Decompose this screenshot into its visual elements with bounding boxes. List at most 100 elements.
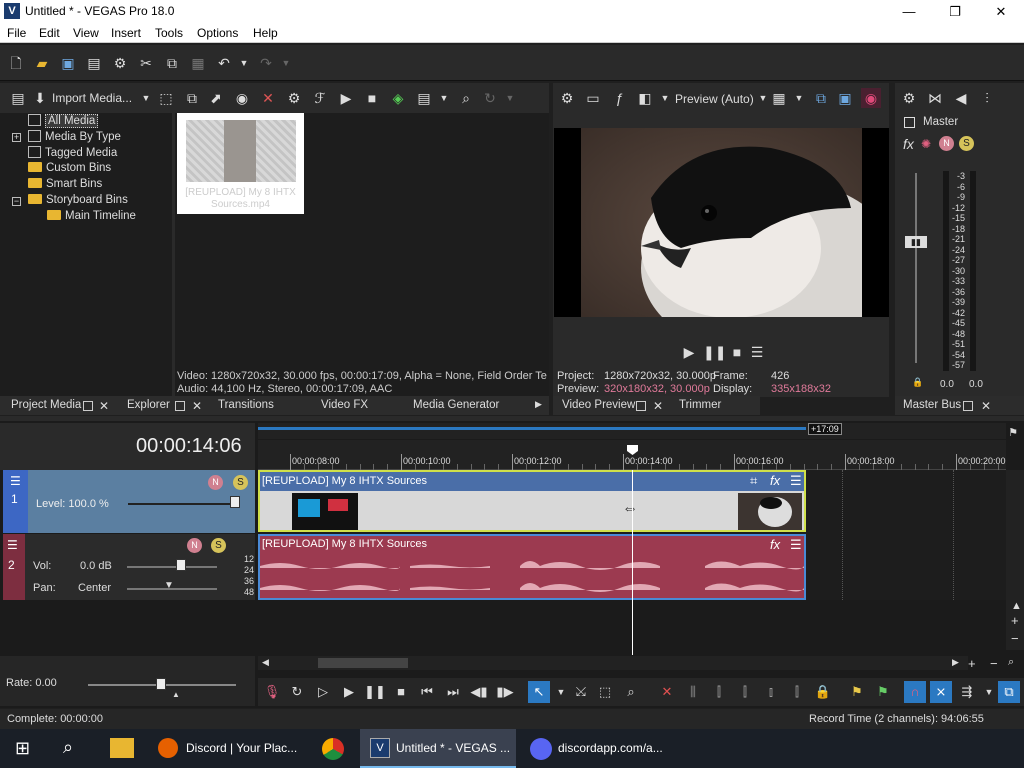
tab-trimmer[interactable]: Trimmer [679,399,721,411]
rate-slider-handle[interactable] [156,678,166,690]
snapping-icon[interactable]: ∩ [904,681,926,703]
loop-icon[interactable]: ↻ [286,681,308,703]
menu-edit[interactable]: Edit [39,26,60,40]
file-explorer-icon[interactable] [110,738,134,758]
tab-close-icon[interactable]: ✕ [99,399,109,413]
video-fx-icon[interactable]: ƒ [609,88,629,108]
preview-properties-icon[interactable]: ⚙ [557,88,577,108]
tab-master-bus[interactable]: Master Bus [903,399,961,411]
solo-icon[interactable]: S [211,538,226,553]
vol-slider-handle[interactable] [176,559,186,571]
views-icon[interactable]: ▤ [414,88,434,108]
scroll-up-icon[interactable]: ▲ [1011,600,1022,612]
master-properties-icon[interactable]: ⚙ [899,88,919,108]
tab-close-icon[interactable]: ✕ [192,399,202,413]
zoom-tool-icon[interactable]: ⌕ [620,681,642,703]
menu-insert[interactable]: Insert [111,26,141,40]
tab-maximize-icon[interactable] [636,401,646,411]
timecode-display[interactable]: 00:00:14:06 [136,435,242,458]
maximize-button[interactable]: ❐ [932,0,978,23]
taskbar-item-firefox[interactable]: Discord | Your Plac... [148,729,308,768]
trim-end-icon[interactable]: ⫿ [734,681,756,703]
normal-edit-tool-icon[interactable]: ↖ [528,681,550,703]
event-fx-icon[interactable]: fx [770,473,780,488]
replace-media-icon[interactable]: ⬈ [206,88,226,108]
master-mute-icon[interactable]: N [939,136,954,151]
vol-slider-track[interactable] [127,566,217,568]
menu-file[interactable]: File [7,26,26,40]
pane-divider[interactable] [172,113,175,397]
refresh-icon[interactable]: ↻ [480,88,500,108]
event-crop-icon[interactable]: ⌗ [750,473,757,489]
preview-play-icon[interactable]: ▶ [679,342,699,362]
lock-icon[interactable]: 🔒 [812,681,834,703]
zoom-out-vertical-icon[interactable]: − [1011,631,1019,646]
tree-item-custom-bins[interactable]: Custom Bins [28,162,111,174]
taskbar-item-vegas[interactable]: V Untitled * - VEGAS ... [360,729,516,768]
audio-event[interactable]: [REUPLOAD] My 8 IHTX Sources fx ☰ [258,534,806,600]
zoom-search-icon[interactable]: ⌕ [1008,656,1014,669]
split-screen-icon[interactable]: ◧ [635,88,655,108]
tab-video-fx[interactable]: Video FX [321,399,368,411]
marker-icon[interactable]: ⚑ [1004,423,1022,443]
track-menu-icon[interactable]: ☰ [7,538,18,552]
tab-maximize-icon[interactable] [963,401,973,411]
loop-region[interactable] [258,427,806,430]
chrome-icon[interactable] [322,738,344,760]
zoom-in-icon[interactable]: + [968,656,976,671]
pause-icon[interactable]: ❚❚ [364,681,386,703]
mute-icon[interactable]: N [208,475,223,490]
menu-options[interactable]: Options [197,26,238,40]
tab-media-generator[interactable]: Media Generator [413,399,499,411]
play-icon[interactable]: ▶ [338,681,360,703]
tab-close-icon[interactable]: ✕ [653,399,663,413]
edit-tool-dropdown-icon[interactable]: ▼ [550,681,572,703]
level-slider-track[interactable] [128,503,240,505]
new-file-icon[interactable]: 🗋 [6,53,26,73]
track-handle[interactable]: ☰ 2 [3,534,25,600]
solo-icon[interactable]: S [233,475,248,490]
marker-bar[interactable]: +17:09 [258,423,1006,439]
mute-icon[interactable]: N [187,538,202,553]
preview-quality-select[interactable]: Preview (Auto) [675,92,754,106]
level-slider-handle[interactable] [230,496,240,508]
windows-start-icon[interactable]: ⊞ [15,738,30,759]
media-properties-icon[interactable]: ⚙ [284,88,304,108]
lock-envelopes-icon[interactable]: ⧉ [998,681,1020,703]
play-from-start-icon[interactable]: ▷ [312,681,334,703]
capture-icon[interactable]: ⬚ [156,88,176,108]
horizontal-scrollbar[interactable]: ◀ ▶ [258,656,968,670]
save-snapshot-icon[interactable]: ▣ [835,88,855,108]
tab-explorer[interactable]: Explorer [127,399,170,411]
tab-project-media[interactable]: Project Media [11,399,81,411]
speaker-icon[interactable]: ◀ [951,88,971,108]
redo-dropdown-icon[interactable]: ▼ [276,53,296,73]
web-media-icon[interactable]: ◉ [232,88,252,108]
media-menu-icon[interactable]: ▤ [8,88,28,108]
undo-dropdown-icon[interactable]: ▼ [234,53,254,73]
track-lanes[interactable]: [REUPLOAD] My 8 IHTX Sources ⌗ fx ☰ ⇔ [R… [258,470,1006,655]
search-icon[interactable]: ⌕ [456,88,476,108]
close-button[interactable]: ✕ [978,0,1024,23]
split-icon[interactable]: ⫾ [760,681,782,703]
next-frame-icon[interactable]: ▮▶ [494,681,516,703]
preview-menu-icon[interactable]: ☰ [747,342,767,362]
auto-preview-icon[interactable]: ◈ [388,88,408,108]
master-solo-icon[interactable]: S [959,136,974,151]
vertical-scrollbar[interactable]: ▲ + − [1006,470,1024,650]
import-dropdown-icon[interactable]: ▼ [136,88,156,108]
auto-ripple-dropdown-icon[interactable]: ▼ [978,681,1000,703]
scroll-right-icon[interactable]: ▶ [952,657,959,668]
overlays-grid-icon[interactable]: ▦ [769,88,789,108]
master-fx-icon[interactable]: fx [903,136,914,152]
pan-slider-handle[interactable]: ▼ [164,580,174,591]
tab-transitions[interactable]: Transitions [218,399,274,411]
tree-item-tagged-media[interactable]: Tagged Media [28,146,117,159]
ripple-icon[interactable]: ⫿ [786,681,808,703]
event-fx-icon[interactable]: fx [770,537,780,552]
region-insert-icon[interactable]: ⚑ [872,681,894,703]
tree-item-smart-bins[interactable]: Smart Bins [28,178,102,190]
timeline-splitter[interactable] [0,416,1024,421]
menu-tools[interactable]: Tools [155,26,183,40]
playhead-marker-icon[interactable] [627,445,638,455]
